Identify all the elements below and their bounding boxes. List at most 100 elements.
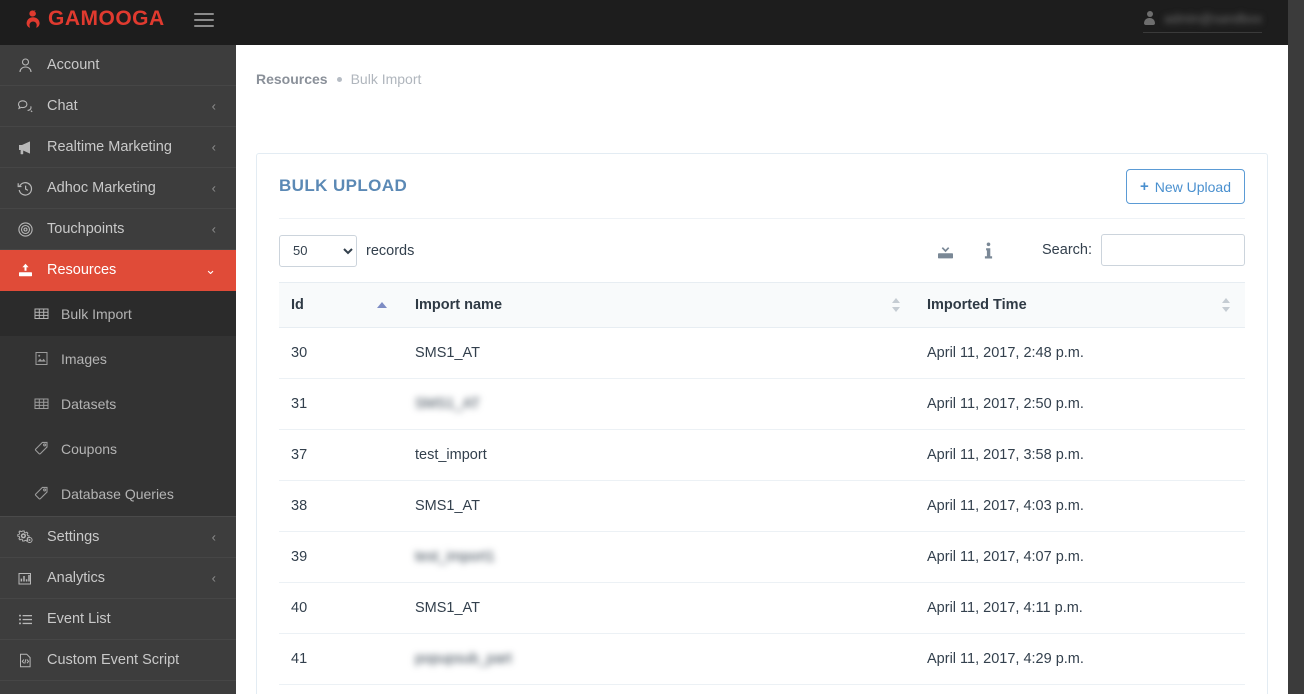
gears-icon (17, 529, 34, 546)
sidebar-item-account[interactable]: Account (0, 45, 236, 86)
history-clock-icon (17, 180, 34, 197)
records-length-control: 102550100 records (279, 234, 415, 267)
column-header-label: Imported Time (927, 297, 1027, 313)
search-input[interactable] (1101, 234, 1245, 266)
download-icon[interactable] (936, 241, 956, 261)
megaphone-icon (17, 139, 34, 156)
column-header-id[interactable]: Id (279, 282, 403, 328)
cell-id: 31 (279, 378, 403, 430)
cell-imported-time: April 11, 2017, 4:03 p.m. (915, 480, 1245, 532)
redacted-text: SMS1_AT (415, 396, 481, 412)
table-row[interactable]: 38 SMS1_AT April 11, 2017, 4:03 p.m. (279, 480, 1245, 532)
records-select[interactable]: 102550100 (279, 234, 357, 267)
table-header-row: Id Import name Imported Time (279, 282, 1245, 328)
page-title: BULK UPLOAD (279, 176, 408, 195)
column-header-label: Import name (415, 297, 503, 313)
cell-import-name: SMS1_AT (403, 378, 915, 430)
table-row[interactable]: 41 popupsub_part April 11, 2017, 4:29 p.m. (279, 633, 1245, 685)
cell-id: 41 (279, 633, 403, 685)
sort-unsorted-icon (892, 297, 901, 313)
app-root: GAMOOGA admin@sandbox Account Chat ‹ Rea… (0, 0, 1304, 694)
chevron-icon: ‹ (211, 98, 216, 114)
brand-logo[interactable]: GAMOOGA (22, 8, 165, 30)
code-file-icon (17, 652, 34, 669)
sidebar-item-custom-event-script[interactable]: Custom Event Script (0, 640, 236, 681)
cell-imported-time: April 11, 2017, 3:58 p.m. (915, 429, 1245, 481)
chevron-icon: ‹ (211, 529, 216, 545)
sidebar-item-label: Account (47, 57, 100, 73)
table-row[interactable]: 37 test_import April 11, 2017, 3:58 p.m. (279, 429, 1245, 481)
chevron-down-icon: ⌄ (205, 262, 216, 277)
table-row[interactable]: 30 SMS1_AT April 11, 2017, 2:48 p.m. (279, 327, 1245, 379)
sidebar-item-images[interactable]: Images (0, 336, 236, 381)
gamooga-mark-icon (22, 8, 44, 30)
tag-icon (33, 440, 50, 457)
cell-id: 42 (279, 684, 403, 694)
sidebar-item-realtime-marketing[interactable]: Realtime Marketing ‹ (0, 127, 236, 168)
table-row[interactable]: 40 SMS1_AT April 11, 2017, 4:11 p.m. (279, 582, 1245, 634)
sidebar-item-datasets[interactable]: Datasets (0, 381, 236, 426)
chevron-icon: ‹ (211, 180, 216, 196)
sidebar-item-label: Analytics (47, 570, 106, 586)
user-icon (1143, 11, 1156, 26)
plus-icon: + (1139, 178, 1149, 195)
column-header-import-name[interactable]: Import name (403, 282, 915, 328)
table-toolbar: 102550100 records (257, 219, 1267, 282)
sort-unsorted-icon (1222, 297, 1231, 313)
target-icon (17, 221, 34, 238)
breadcrumb-parent[interactable]: Resources (256, 71, 328, 87)
panel-header: BULK UPLOAD + New Upload (257, 154, 1267, 218)
table-body: 30 SMS1_AT April 11, 2017, 2:48 p.m. 31 SMS1… (279, 327, 1245, 694)
breadcrumb-separator-icon (336, 76, 342, 82)
user-menu[interactable]: admin@sandbox (1143, 11, 1262, 33)
sidebar: Account Chat ‹ Realtime Marketing ‹ Adho… (0, 45, 236, 694)
sidebar-item-bulk-import[interactable]: Bulk Import (0, 291, 236, 336)
cell-imported-time: April 11, 2017, 2:48 p.m. (915, 327, 1245, 379)
main-content: Resources Bulk Import BULK UPLOAD + New … (236, 45, 1288, 694)
sidebar-item-chat[interactable]: Chat ‹ (0, 86, 236, 127)
sidebar-item-label: Adhoc Marketing (47, 180, 156, 196)
search-label: Search: (1042, 242, 1092, 258)
sidebar-item-resources[interactable]: Resources ⌄ (0, 250, 236, 291)
sidebar-item-adhoc-marketing[interactable]: Adhoc Marketing ‹ (0, 168, 236, 209)
sidebar-item-settings[interactable]: Settings ‹ (0, 517, 236, 558)
sidebar-item-label: Event List (47, 611, 111, 627)
table-tool-icons (936, 241, 999, 261)
sidebar-submenu-resources: Bulk Import Images Datasets Coupons Data… (0, 291, 236, 516)
sidebar-item-label: Coupons (61, 440, 118, 457)
user-email: admin@sandbox (1164, 11, 1262, 26)
upload-tray-icon (17, 262, 34, 279)
chevron-icon: ‹ (211, 221, 216, 237)
breadcrumb-current: Bulk Import (350, 71, 422, 87)
hamburger-icon[interactable] (194, 13, 214, 30)
sidebar-item-coupons[interactable]: Coupons (0, 426, 236, 471)
cell-imported-time: April 11, 2017, 6:17 p.m. (915, 684, 1245, 694)
table-row[interactable]: 31 SMS1_AT April 11, 2017, 2:50 p.m. (279, 378, 1245, 430)
cell-import-name: test_import2 (403, 684, 915, 694)
sidebar-item-label: Chat (47, 98, 78, 114)
table-row[interactable]: 42test_import2April 11, 2017, 6:17 p.m. (279, 684, 1245, 694)
redacted-text: popupsub_part (415, 651, 512, 667)
table-row[interactable]: 39 test_import1 April 11, 2017, 4:07 p.m. (279, 531, 1245, 583)
chat-bubbles-icon (17, 98, 34, 115)
breadcrumb: Resources Bulk Import (236, 45, 1288, 87)
sidebar-item-label: Images (61, 350, 107, 367)
sidebar-item-analytics[interactable]: Analytics ‹ (0, 558, 236, 599)
sidebar-item-event-list[interactable]: Event List (0, 599, 236, 640)
records-label: records (366, 242, 415, 259)
cell-id: 39 (279, 531, 403, 583)
sidebar-item-label: Bulk Import (61, 305, 132, 322)
tag-icon (33, 485, 50, 502)
sidebar-item-database-queries[interactable]: Database Queries (0, 471, 236, 516)
column-header-imported-time[interactable]: Imported Time (915, 282, 1245, 328)
sidebar-item-touchpoints[interactable]: Touchpoints ‹ (0, 209, 236, 250)
cell-id: 38 (279, 480, 403, 532)
sidebar-item-label: Database Queries (61, 485, 174, 502)
cell-import-name: SMS1_AT (403, 582, 915, 634)
chevron-icon: ‹ (211, 139, 216, 155)
cell-import-name: test_import1 (403, 531, 915, 583)
chevron-icon: ‹ (211, 570, 216, 586)
brand-text: GAMOOGA (48, 7, 165, 30)
new-upload-button[interactable]: + New Upload (1125, 169, 1245, 204)
info-icon[interactable] (979, 241, 999, 261)
